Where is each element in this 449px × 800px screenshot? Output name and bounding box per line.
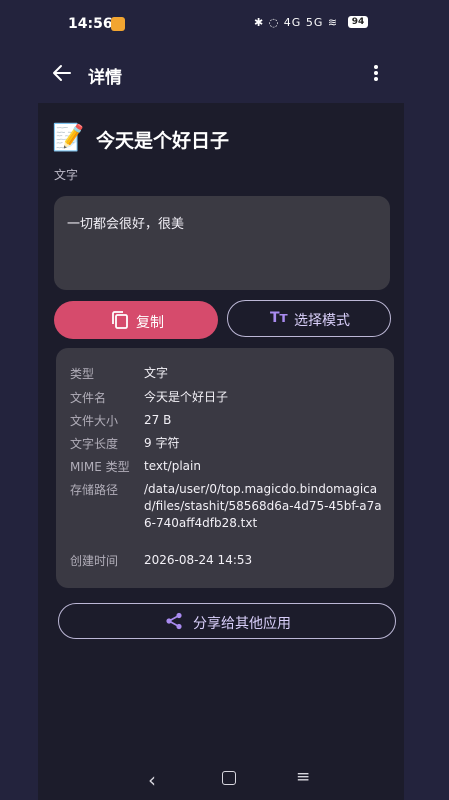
- share-label: 分享给其他应用: [193, 616, 291, 632]
- info-key: 创建时间: [70, 554, 119, 568]
- arrow-left-icon[interactable]: [50, 61, 74, 85]
- info-value: 文字: [144, 366, 169, 380]
- select-mode-label: 选择模式: [294, 313, 350, 329]
- content-text: 一切都会很好，很美: [67, 217, 185, 232]
- item-type-label: 文字: [54, 168, 79, 182]
- status-icons: ✱ ◌ 4G 5G ≋: [254, 16, 339, 29]
- copy-icon: [110, 310, 130, 330]
- battery-icon: 94: [348, 16, 368, 28]
- status-time: 14:56: [68, 16, 113, 32]
- share-icon: [165, 612, 183, 630]
- info-value: 27 B: [144, 413, 172, 427]
- info-key: 存储路径: [70, 483, 119, 497]
- nav-back-icon[interactable]: ‹: [148, 768, 156, 792]
- app-bar: 详情: [0, 55, 449, 95]
- share-button[interactable]: 分享给其他应用: [58, 603, 396, 639]
- nav-menu-icon[interactable]: ≡: [296, 767, 310, 787]
- copy-button[interactable]: 复制: [54, 301, 218, 339]
- info-value-path: /data/user/0/top.magicdo.bindomagicad/fi…: [144, 482, 382, 530]
- more-vert-icon[interactable]: [368, 61, 384, 85]
- system-nav-bar: ‹ ≡: [0, 760, 449, 794]
- text-format-icon: Tт: [270, 310, 288, 326]
- content-text-box[interactable]: 一切都会很好，很美: [54, 196, 390, 290]
- info-key: 类型: [70, 367, 95, 381]
- select-mode-button[interactable]: Tт 选择模式: [227, 300, 391, 337]
- info-value: text/plain: [144, 459, 201, 473]
- info-key: 文字长度: [70, 437, 119, 451]
- status-bar: 14:56 ✱ ◌ 4G 5G ≋ 94: [0, 0, 449, 50]
- info-key: 文件名: [70, 391, 107, 405]
- info-key: MIME 类型: [70, 460, 130, 474]
- copy-label: 复制: [136, 315, 164, 331]
- notification-app-icon: [111, 17, 125, 31]
- info-value: 9 字符: [144, 436, 180, 450]
- info-key: 文件大小: [70, 414, 119, 428]
- info-card: 类型 文字 文件名 今天是个好日子 文件大小 27 B 文字长度 9 字符 MI…: [56, 348, 394, 588]
- info-value: 2026-08-24 14:53: [144, 553, 253, 567]
- page-title: 详情: [88, 68, 122, 88]
- nav-home-icon[interactable]: [222, 771, 236, 785]
- info-value: 今天是个好日子: [144, 390, 229, 404]
- item-title: 今天是个好日子: [96, 130, 230, 152]
- memo-icon: 📝: [52, 123, 85, 153]
